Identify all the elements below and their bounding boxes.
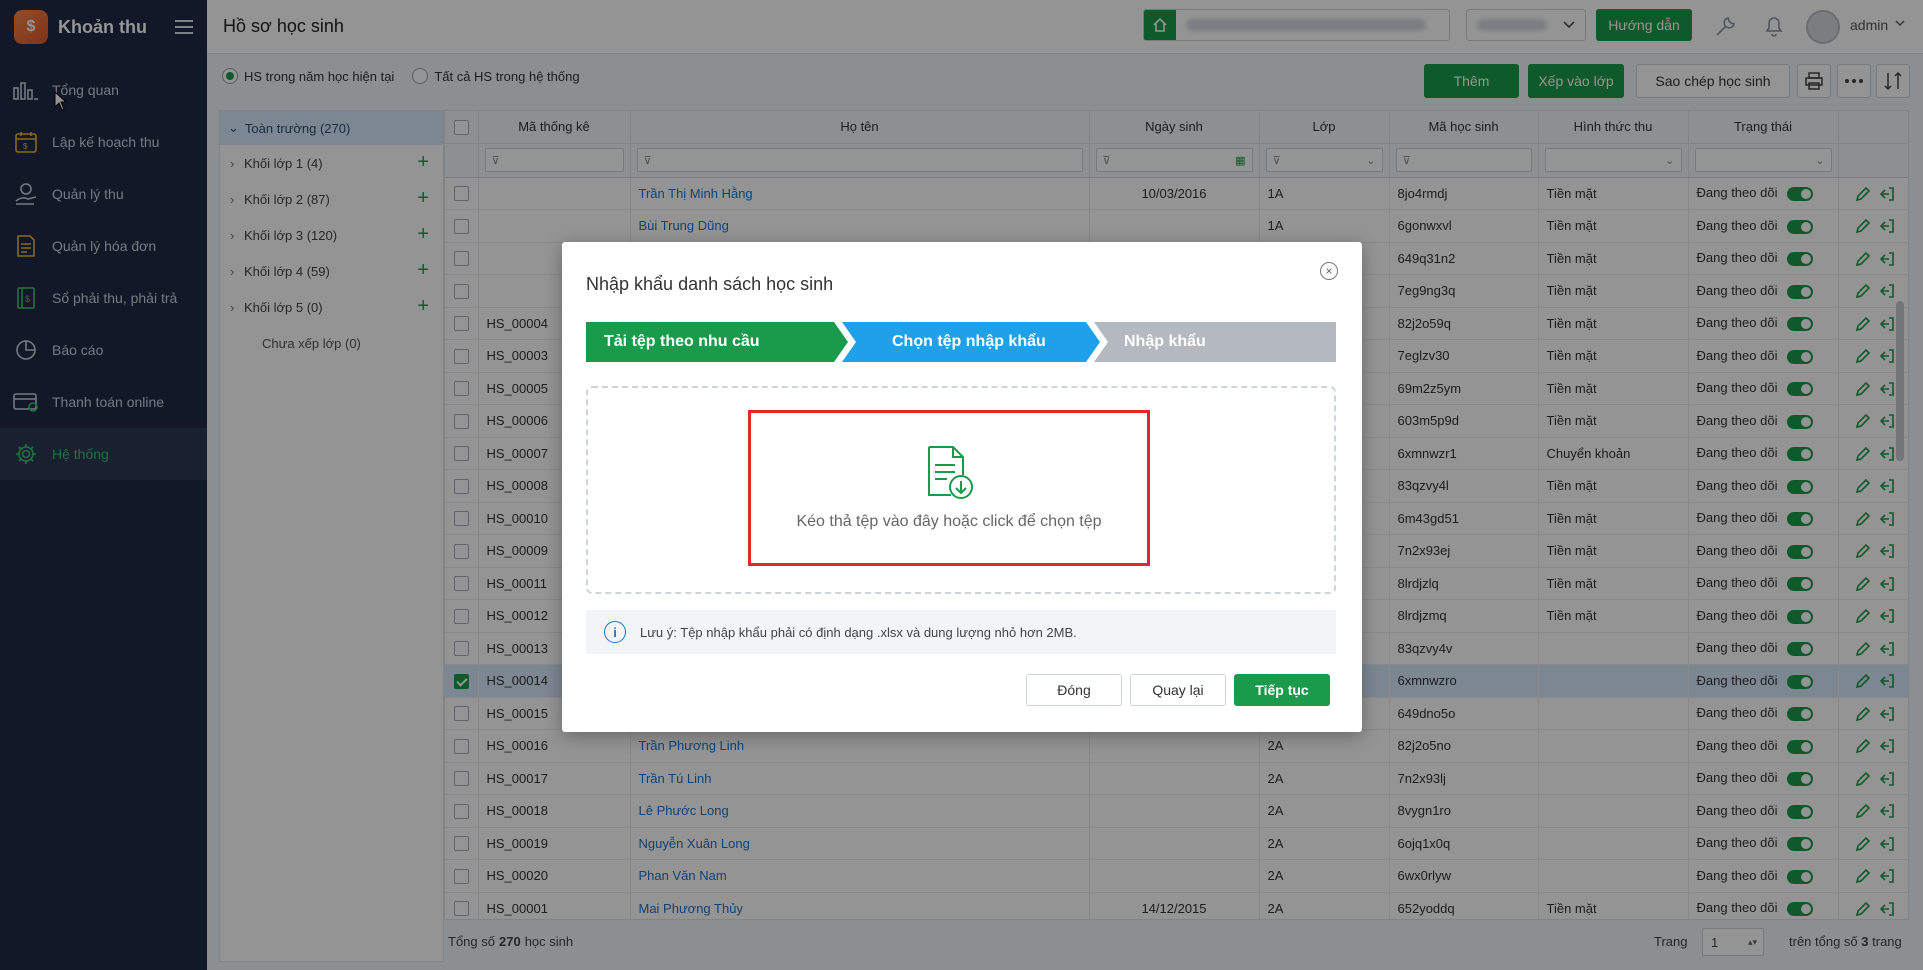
info-icon: i [604,621,626,643]
file-drop-target[interactable]: Kéo thả tệp vào đây hoặc click để chọn t… [748,410,1150,566]
file-import-icon [928,446,973,499]
drop-instruction: Kéo thả tệp vào đây hoặc click để chọn t… [796,513,1102,530]
file-drop-zone[interactable]: Kéo thả tệp vào đây hoặc click để chọn t… [586,386,1336,594]
step-2-label: Chọn tệp nhập khẩu [892,333,1046,350]
step-1-label: Tải tệp theo nhu cầu [604,333,760,350]
import-steps: Tải tệp theo nhu cầu Chọn tệp nhập khẩu … [586,322,1336,362]
dialog-title: Nhập khẩu danh sách học sinh [586,274,834,294]
back-button[interactable]: Quay lại [1130,674,1226,706]
close-icon[interactable]: × [1320,262,1338,280]
note-text: Lưu ý: Tệp nhập khẩu phải có định dạng .… [640,624,1077,640]
continue-button[interactable]: Tiếp tục [1234,674,1330,706]
import-note: i Lưu ý: Tệp nhập khẩu phải có định dạng… [586,610,1336,654]
step-3-label: Nhập khẩu [1124,333,1206,350]
import-students-dialog: Nhập khẩu danh sách học sinh × Tải tệp t… [562,242,1362,732]
close-button[interactable]: Đóng [1026,674,1122,706]
